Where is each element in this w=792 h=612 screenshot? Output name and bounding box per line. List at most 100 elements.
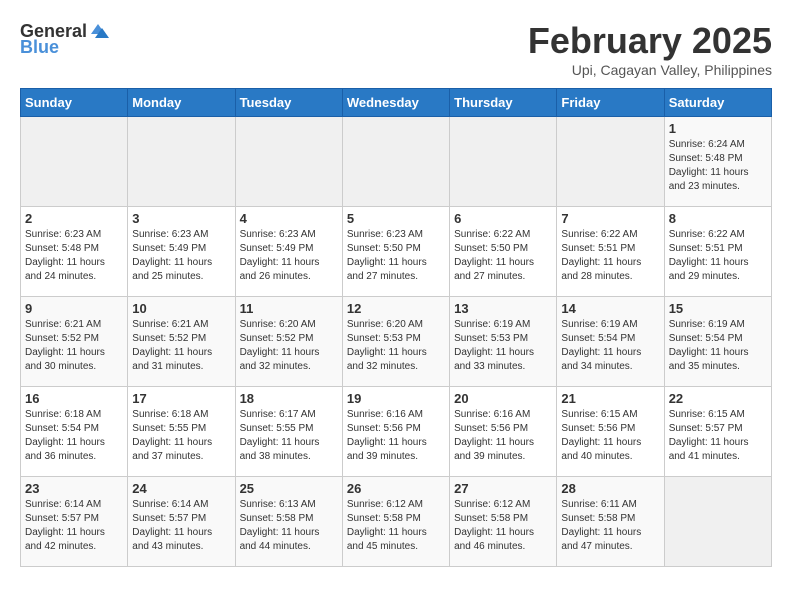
table-cell: 24Sunrise: 6:14 AM Sunset: 5:57 PM Dayli… (128, 477, 235, 567)
day-number: 18 (240, 391, 338, 406)
day-info: Sunrise: 6:19 AM Sunset: 5:54 PM Dayligh… (561, 318, 659, 374)
day-number: 2 (25, 211, 123, 226)
day-number: 15 (669, 301, 767, 316)
table-cell: 4 Sunrise: 6:23 AM Sunset: 5:49 PM Daylig… (235, 207, 342, 297)
day-number: 5 (347, 211, 445, 226)
day-number: 20 (454, 391, 552, 406)
week-row-4: 23 Sunrise: 6:14 AM Sunset: 5:57 PM Dayli… (21, 477, 772, 567)
day-number: 16 (25, 391, 123, 406)
table-cell: 15 Sunrise: 6:19 AM Sunset: 5:54 PM Dayli… (664, 297, 771, 387)
table-cell: 14 Sunrise: 6:19 AM Sunset: 5:54 PM Dayli… (557, 297, 664, 387)
day-info: Sunrise: 6:20 AM Sunset: 5:52 PM Dayligh… (240, 318, 338, 374)
table-cell: 11 Sunrise: 6:20 AM Sunset: 5:52 PM Dayli… (235, 297, 342, 387)
week-row-0: 1 Sunrise: 6:24 AM Sunset: 5:48 PM Daylig… (21, 117, 772, 207)
day-info: Sunrise: 6:21 AM Sunset: 5:52 PM Dayligh… (132, 318, 230, 374)
header-friday: Friday (557, 89, 664, 117)
day-info: Sunrise: 6:22 AM Sunset: 5:51 PM Dayligh… (669, 228, 767, 284)
day-info: Sunrise: 6:23 AM Sunset: 5:49 PM Dayligh… (132, 228, 230, 284)
day-info: Sunrise: 6:23 AM Sunset: 5:49 PM Dayligh… (240, 228, 338, 284)
table-cell: 12 Sunrise: 6:20 AM Sunset: 5:53 PM Dayli… (342, 297, 449, 387)
day-number: 1 (669, 121, 767, 136)
table-cell: 7 Sunrise: 6:22 AM Sunset: 5:51 PM Daylig… (557, 207, 664, 297)
header-saturday: Saturday (664, 89, 771, 117)
day-info: Sunrise: 6:19 AM Sunset: 5:54 PM Dayligh… (669, 318, 767, 374)
day-info: Sunrise: 6:15 AM Sunset: 5:56 PM Dayligh… (561, 408, 659, 464)
logo-icon (87, 20, 109, 42)
day-number: 13 (454, 301, 552, 316)
day-number: 3 (132, 211, 230, 226)
day-info: Sunrise: 6:16 AM Sunset: 5:56 PM Dayligh… (347, 408, 445, 464)
table-cell: 3 Sunrise: 6:23 AM Sunset: 5:49 PM Daylig… (128, 207, 235, 297)
header-sunday: Sunday (21, 89, 128, 117)
day-number: 19 (347, 391, 445, 406)
day-info: Sunrise: 6:23 AM Sunset: 5:48 PM Dayligh… (25, 228, 123, 284)
day-number: 9 (25, 301, 123, 316)
table-cell: 28 Sunrise: 6:11 AM Sunset: 5:58 PM Dayli… (557, 477, 664, 567)
day-info: Sunrise: 6:15 AM Sunset: 5:57 PM Dayligh… (669, 408, 767, 464)
day-number: 17 (132, 391, 230, 406)
header-tuesday: Tuesday (235, 89, 342, 117)
week-row-3: 16 Sunrise: 6:18 AM Sunset: 5:54 PM Dayli… (21, 387, 772, 477)
day-number: 6 (454, 211, 552, 226)
table-cell: 9 Sunrise: 6:21 AM Sunset: 5:52 PM Daylig… (21, 297, 128, 387)
title-area: February 2025 Upi, Cagayan Valley, Phili… (528, 20, 772, 78)
day-number: 21 (561, 391, 659, 406)
day-number: 4 (240, 211, 338, 226)
day-number: 14 (561, 301, 659, 316)
logo: General Blue (20, 20, 109, 56)
table-cell: 1 Sunrise: 6:24 AM Sunset: 5:48 PM Daylig… (664, 117, 771, 207)
day-info: Sunrise: 6:12 AM Sunset: 5:58 PM Dayligh… (347, 498, 445, 554)
table-cell: 8Sunrise: 6:22 AM Sunset: 5:51 PM Daylig… (664, 207, 771, 297)
table-cell (21, 117, 128, 207)
table-cell: 23 Sunrise: 6:14 AM Sunset: 5:57 PM Dayli… (21, 477, 128, 567)
day-number: 7 (561, 211, 659, 226)
table-cell: 22 Sunrise: 6:15 AM Sunset: 5:57 PM Dayli… (664, 387, 771, 477)
table-cell (557, 117, 664, 207)
month-title: February 2025 (528, 20, 772, 62)
day-number: 25 (240, 481, 338, 496)
table-cell: 17Sunrise: 6:18 AM Sunset: 5:55 PM Dayli… (128, 387, 235, 477)
table-cell: 18 Sunrise: 6:17 AM Sunset: 5:55 PM Dayli… (235, 387, 342, 477)
day-info: Sunrise: 6:24 AM Sunset: 5:48 PM Dayligh… (669, 138, 767, 194)
day-number: 27 (454, 481, 552, 496)
day-info: Sunrise: 6:11 AM Sunset: 5:58 PM Dayligh… (561, 498, 659, 554)
day-info: Sunrise: 6:21 AM Sunset: 5:52 PM Dayligh… (25, 318, 123, 374)
calendar-header-row: Sunday Monday Tuesday Wednesday Thursday… (21, 89, 772, 117)
table-cell (450, 117, 557, 207)
day-info: Sunrise: 6:13 AM Sunset: 5:58 PM Dayligh… (240, 498, 338, 554)
day-info: Sunrise: 6:19 AM Sunset: 5:53 PM Dayligh… (454, 318, 552, 374)
day-info: Sunrise: 6:16 AM Sunset: 5:56 PM Dayligh… (454, 408, 552, 464)
week-row-1: 2 Sunrise: 6:23 AM Sunset: 5:48 PM Daylig… (21, 207, 772, 297)
day-info: Sunrise: 6:18 AM Sunset: 5:54 PM Dayligh… (25, 408, 123, 464)
day-number: 22 (669, 391, 767, 406)
table-cell: 26 Sunrise: 6:12 AM Sunset: 5:58 PM Dayli… (342, 477, 449, 567)
table-cell: 25 Sunrise: 6:13 AM Sunset: 5:58 PM Dayli… (235, 477, 342, 567)
table-cell: 5Sunrise: 6:23 AM Sunset: 5:50 PM Daylig… (342, 207, 449, 297)
table-cell: 19 Sunrise: 6:16 AM Sunset: 5:56 PM Dayli… (342, 387, 449, 477)
logo-text-blue: Blue (20, 38, 59, 56)
table-cell: 10 Sunrise: 6:21 AM Sunset: 5:52 PM Dayli… (128, 297, 235, 387)
table-cell (128, 117, 235, 207)
day-info: Sunrise: 6:17 AM Sunset: 5:55 PM Dayligh… (240, 408, 338, 464)
header-wednesday: Wednesday (342, 89, 449, 117)
day-info: Sunrise: 6:12 AM Sunset: 5:58 PM Dayligh… (454, 498, 552, 554)
subtitle: Upi, Cagayan Valley, Philippines (528, 62, 772, 78)
header-thursday: Thursday (450, 89, 557, 117)
day-number: 11 (240, 301, 338, 316)
day-number: 28 (561, 481, 659, 496)
day-number: 12 (347, 301, 445, 316)
day-number: 23 (25, 481, 123, 496)
day-info: Sunrise: 6:14 AM Sunset: 5:57 PM Dayligh… (132, 498, 230, 554)
day-info: Sunrise: 6:14 AM Sunset: 5:57 PM Dayligh… (25, 498, 123, 554)
header: General Blue February 2025 Upi, Cagayan … (20, 20, 772, 78)
calendar-table: Sunday Monday Tuesday Wednesday Thursday… (20, 88, 772, 567)
day-number: 26 (347, 481, 445, 496)
day-info: Sunrise: 6:22 AM Sunset: 5:51 PM Dayligh… (561, 228, 659, 284)
table-cell (235, 117, 342, 207)
table-cell: 2 Sunrise: 6:23 AM Sunset: 5:48 PM Daylig… (21, 207, 128, 297)
week-row-2: 9 Sunrise: 6:21 AM Sunset: 5:52 PM Daylig… (21, 297, 772, 387)
day-info: Sunrise: 6:20 AM Sunset: 5:53 PM Dayligh… (347, 318, 445, 374)
day-number: 10 (132, 301, 230, 316)
table-cell (664, 477, 771, 567)
table-cell: 13 Sunrise: 6:19 AM Sunset: 5:53 PM Dayli… (450, 297, 557, 387)
